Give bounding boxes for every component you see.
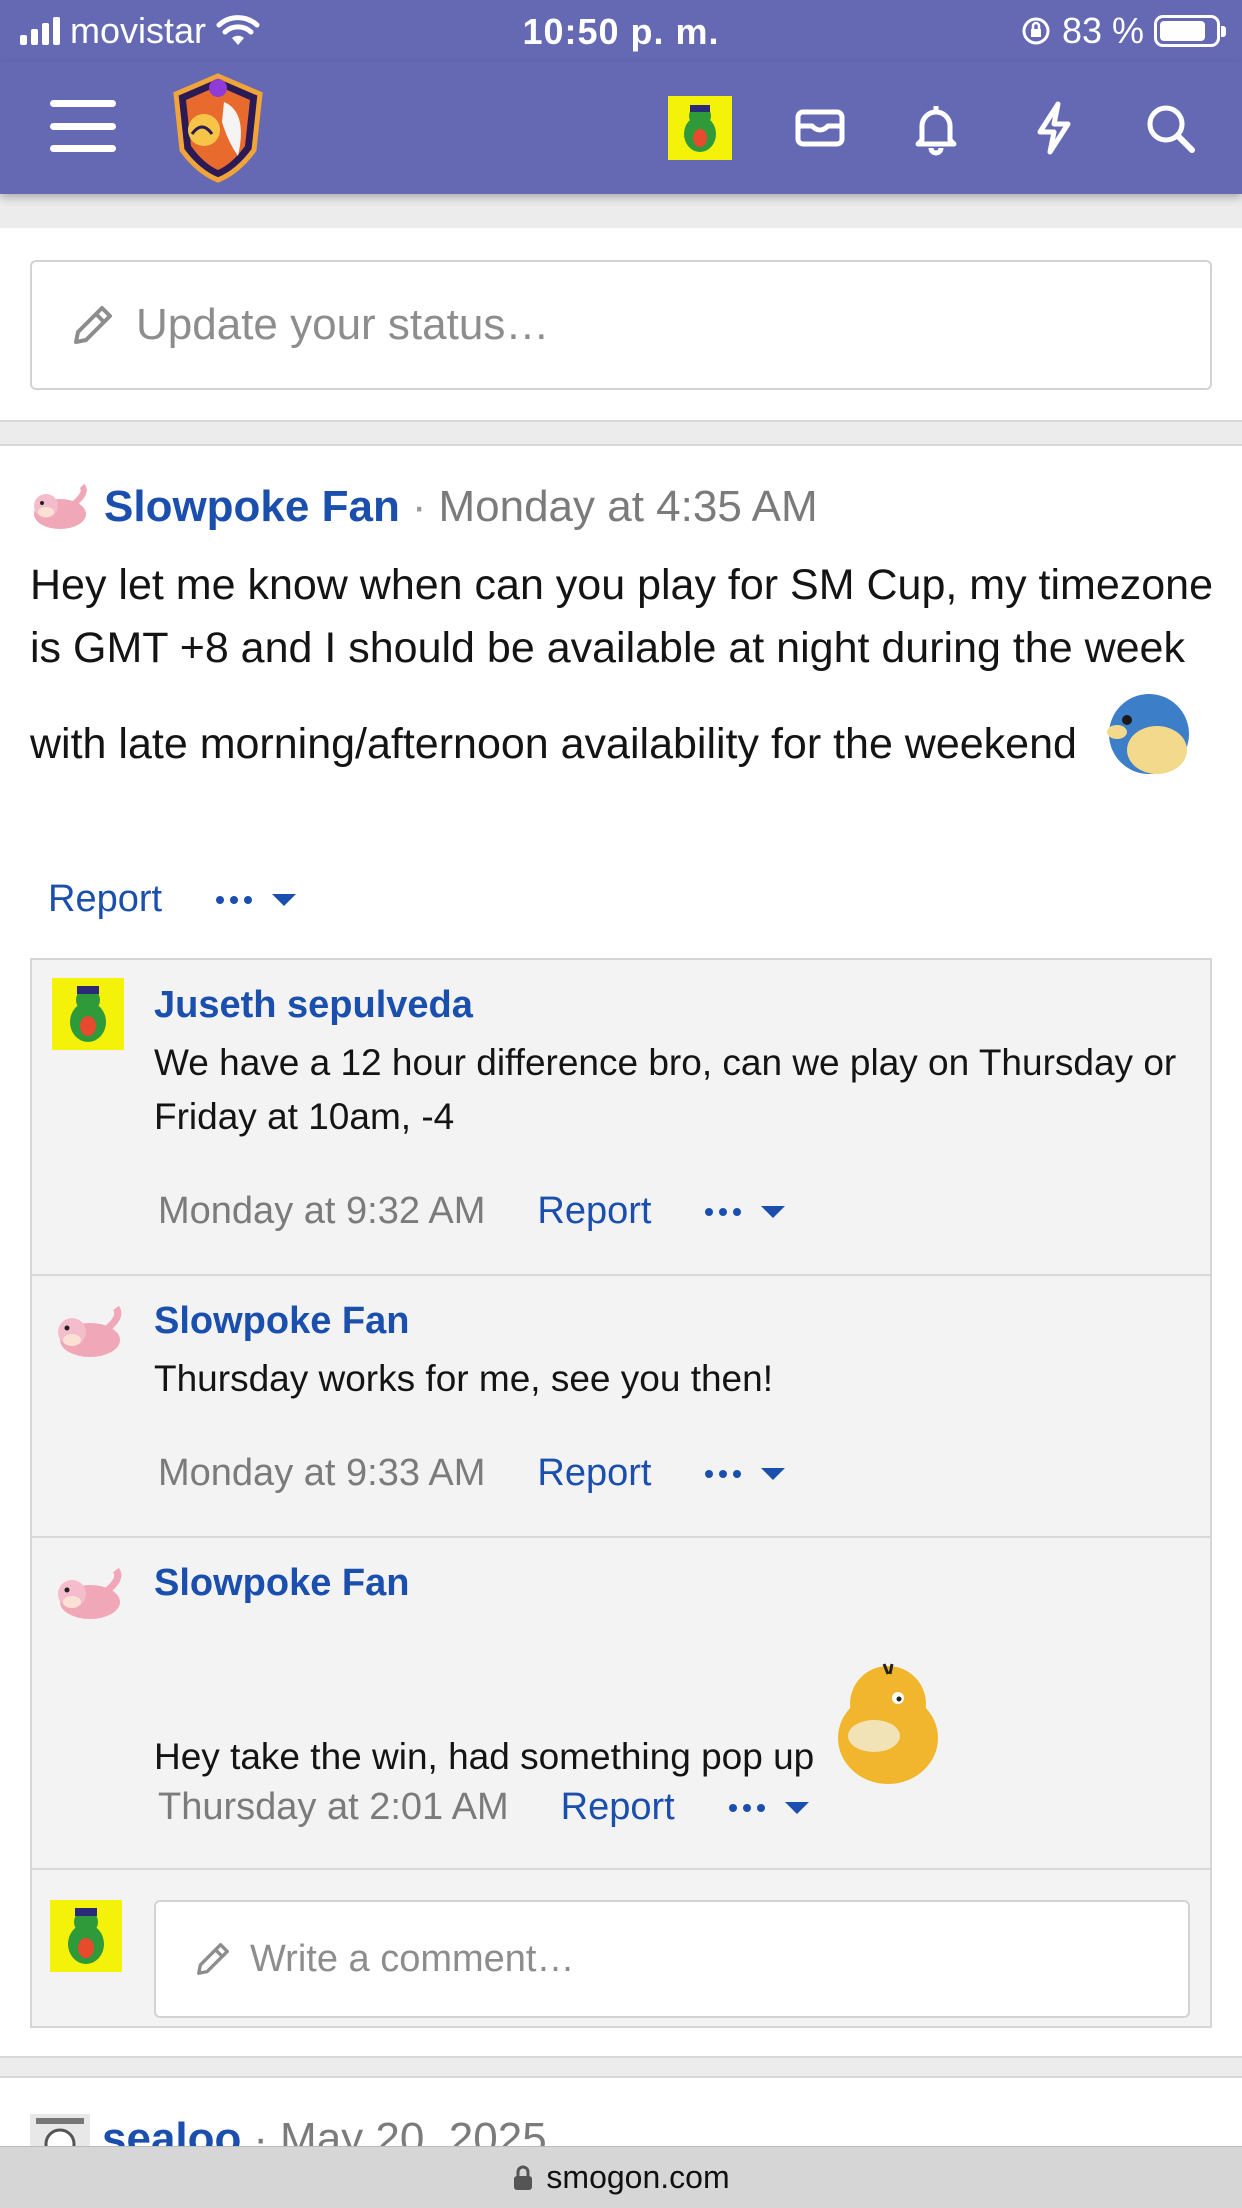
comment-item: Slowpoke Fan Thursday works for me, see …: [32, 1276, 1210, 1538]
rotation-lock-icon: [1022, 17, 1050, 45]
sealoo-avatar[interactable]: [30, 2114, 90, 2146]
comment-item: Slowpoke Fan Hey take the win, had somet…: [32, 1538, 1210, 1870]
pencil-icon: [197, 1943, 229, 1975]
battery-percent: 83 %: [1061, 10, 1144, 51]
write-comment-placeholder: Write a comment…: [250, 1937, 575, 1980]
next-post-author[interactable]: sealoo: [102, 2114, 241, 2146]
browser-url-bar[interactable]: smogon.com: [0, 2146, 1242, 2208]
separator: ·: [411, 482, 427, 531]
comment-more-options-icon[interactable]: [728, 1801, 809, 1814]
url-domain: smogon.com: [546, 2159, 730, 2195]
comment-report-link[interactable]: Report: [561, 1786, 675, 1829]
separator: ·: [253, 2114, 269, 2146]
comment-time[interactable]: Monday at 9:32 AM: [158, 1190, 485, 1233]
comment-text-row: Hey take the win, had something pop up: [154, 1660, 944, 1784]
slowpoke-avatar[interactable]: [30, 482, 90, 532]
more-options-icon[interactable]: [216, 893, 297, 906]
next-profile-post: sealoo · May 20, 2025: [0, 2076, 1242, 2146]
status-update-placeholder: Update your status…: [136, 300, 550, 349]
comment-time[interactable]: Monday at 9:33 AM: [158, 1452, 485, 1495]
bolt-icon[interactable]: [1024, 98, 1084, 158]
post-text: Hey let me know when can you play for SM…: [30, 561, 1214, 768]
psyduck-emoji: [838, 1663, 939, 1784]
write-comment-input[interactable]: Write a comment…: [154, 1900, 1190, 2018]
post-time[interactable]: Monday at 4:35 AM: [438, 482, 817, 532]
spheal-emoji: [1106, 694, 1189, 774]
report-link[interactable]: Report: [48, 878, 162, 921]
mail-icon[interactable]: [790, 98, 850, 158]
comment-item: Juseth sepulveda We have a 12 hour diffe…: [32, 960, 1210, 1276]
user-avatar[interactable]: [50, 1900, 122, 1972]
juseth-avatar[interactable]: [52, 978, 124, 1050]
comment-report-link[interactable]: Report: [537, 1452, 651, 1495]
slowpoke-avatar[interactable]: [52, 1556, 124, 1628]
profile-post: Slowpoke Fan · Monday at 4:35 AM Hey let…: [0, 444, 1242, 2058]
comment-text: We have a 12 hour difference bro, can we…: [154, 1042, 1177, 1137]
comment-author[interactable]: Slowpoke Fan: [154, 1300, 409, 1343]
post-header: Slowpoke Fan · Monday at 4:35 AM: [30, 482, 818, 532]
pencil-icon: [74, 306, 112, 344]
comment-more-options-icon[interactable]: [705, 1467, 786, 1480]
comment-meta: Thursday at 2:01 AM Report: [158, 1786, 809, 1829]
comment-text: Thursday works for me, see you then!: [154, 1358, 773, 1399]
user-avatar[interactable]: [668, 96, 732, 160]
next-post-time[interactable]: May 20, 2025: [280, 2114, 547, 2146]
status-update-card: Update your status…: [0, 228, 1242, 422]
post-actions: Report: [48, 878, 297, 921]
status-right-group: 83 %: [1020, 10, 1226, 52]
write-comment-row: Write a comment…: [32, 1882, 1210, 2028]
comment-meta: Monday at 9:33 AM Report: [158, 1452, 786, 1495]
next-post-header: sealoo · May 20, 2025: [30, 2114, 547, 2146]
comment-meta: Monday at 9:32 AM Report: [158, 1190, 786, 1233]
comments-section: Juseth sepulveda We have a 12 hour diffe…: [30, 958, 1212, 2028]
ios-status-bar: movistar 10:50 p. m. 83 %: [0, 0, 1242, 62]
menu-icon[interactable]: [50, 100, 116, 152]
comment-time[interactable]: Thursday at 2:01 AM: [158, 1786, 509, 1829]
status-update-input[interactable]: Update your status…: [30, 260, 1212, 390]
post-author[interactable]: Slowpoke Fan: [104, 482, 400, 532]
bell-icon[interactable]: [906, 98, 966, 158]
site-header: [0, 62, 1242, 194]
site-logo[interactable]: [168, 72, 268, 184]
search-icon[interactable]: [1140, 98, 1200, 158]
comment-author[interactable]: Juseth sepulveda: [154, 984, 473, 1027]
comment-report-link[interactable]: Report: [537, 1190, 651, 1233]
comment-more-options-icon[interactable]: [705, 1205, 786, 1218]
battery-icon: [1154, 15, 1226, 47]
post-body: Hey let me know when can you play for SM…: [30, 554, 1220, 776]
comment-author[interactable]: Slowpoke Fan: [154, 1562, 409, 1605]
slowpoke-avatar[interactable]: [52, 1294, 124, 1366]
comment-text: Hey take the win, had something pop up: [154, 1736, 815, 1777]
lock-icon: [514, 2165, 533, 2190]
